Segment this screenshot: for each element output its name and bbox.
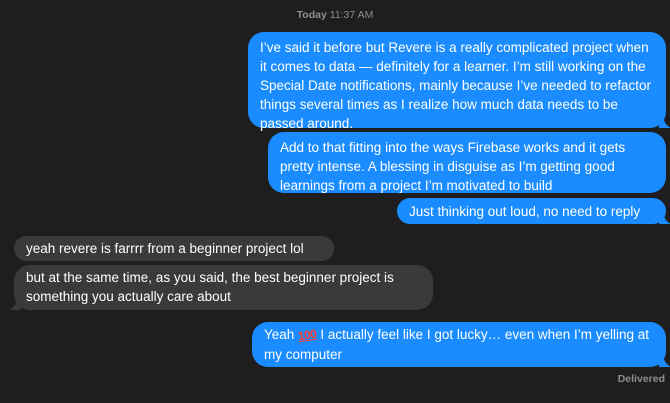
message-text-before-emoji: Yeah — [264, 327, 299, 342]
bubble-tail-icon — [659, 210, 670, 224]
sent-message-bubble[interactable]: Just thinking out loud, no need to reply — [397, 198, 670, 224]
bubble-tail-icon — [659, 353, 670, 367]
bubble-tail-icon — [659, 114, 670, 128]
message-text: but at the same time, as you said, the b… — [26, 270, 394, 304]
timestamp-time: 11:37 AM — [329, 9, 374, 21]
received-message-bubble[interactable]: yeah revere is farrrr from a beginner pr… — [14, 236, 334, 261]
message-text: I’ve said it before but Revere is a real… — [260, 40, 651, 131]
message-text: yeah revere is farrrr from a beginner pr… — [26, 241, 304, 256]
bubble-tail-icon — [9, 296, 21, 310]
message-text: Add to that fitting into the ways Fireba… — [280, 140, 626, 193]
message-text: Just thinking out loud, no need to reply — [409, 204, 641, 219]
conversation-timestamp: Today 11:37 AM — [0, 9, 670, 21]
hundred-points-emoji-icon: 100 — [297, 326, 318, 344]
sent-message-bubble[interactable]: I’ve said it before but Revere is a real… — [248, 32, 670, 131]
received-message-bubble[interactable]: but at the same time, as you said, the b… — [9, 265, 433, 310]
timestamp-day: Today — [296, 9, 327, 21]
sent-message-bubble[interactable]: Yeah 100 I actually feel like I got luck… — [252, 322, 670, 367]
message-text-after-emoji: I actually feel like I got lucky… even w… — [264, 327, 649, 362]
message-thread: Today 11:37 AM I’ve said it before but R… — [0, 0, 670, 403]
delivery-status: Delivered — [617, 373, 665, 385]
sent-message-bubble[interactable]: Add to that fitting into the ways Fireba… — [268, 132, 666, 193]
